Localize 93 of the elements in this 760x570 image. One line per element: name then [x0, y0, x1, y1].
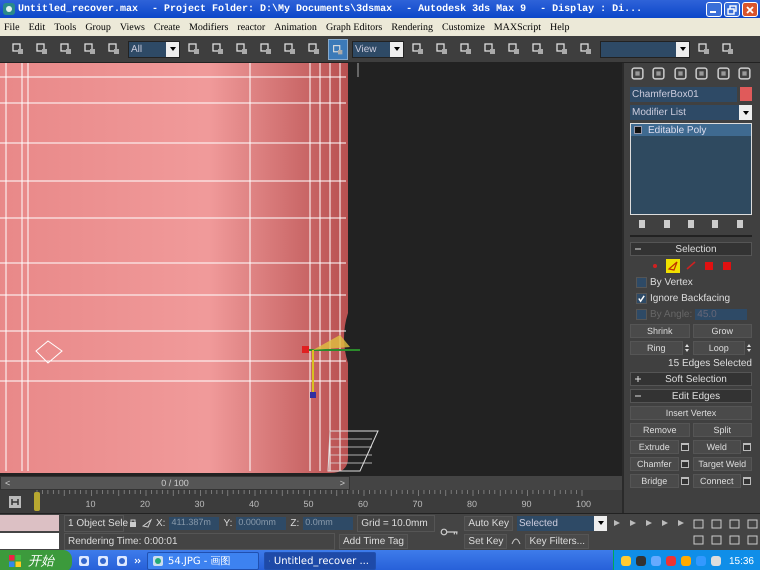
object-color-swatch[interactable]	[740, 87, 752, 101]
minimize-icon	[710, 10, 716, 12]
taskbar-button[interactable]: 54.JPG - 画图	[147, 552, 259, 570]
clock: 15:36	[728, 556, 754, 566]
dropdown[interactable]: All	[128, 40, 180, 58]
edge-icon[interactable]	[666, 259, 680, 273]
restore-icon	[727, 4, 737, 14]
caret-icon	[168, 45, 176, 53]
panel-button[interactable]: Split	[692, 423, 752, 437]
time-slider-thumb[interactable]: < 0 / 100 >	[0, 476, 350, 490]
minus-icon	[635, 246, 641, 252]
perspective-viewport[interactable]	[0, 63, 622, 476]
panel-button[interactable]: Grow	[692, 324, 752, 338]
restore-button[interactable]	[724, 2, 740, 16]
settings-icon[interactable]	[742, 476, 752, 486]
listener-field[interactable]	[0, 515, 60, 531]
modifier-list-dropdown[interactable]: Modifier List	[630, 105, 752, 120]
transform-gizmo-icon	[302, 335, 360, 398]
checkbox-label: Ignore Backfacing	[650, 293, 730, 304]
panel-button[interactable]: Shrink	[630, 324, 690, 338]
set-key-button[interactable]: Set Key	[464, 534, 508, 548]
menu-item[interactable]: Customize	[442, 22, 485, 32]
settings-icon[interactable]	[680, 442, 690, 452]
settings-icon[interactable]	[742, 442, 752, 452]
listener-field[interactable]	[0, 533, 60, 549]
add-time-tag-button[interactable]: Add Time Tag	[339, 534, 408, 548]
menu-item[interactable]: Rendering	[391, 22, 433, 32]
cursor-icon[interactable]	[142, 518, 152, 528]
plus-icon	[635, 376, 641, 382]
settings-icon[interactable]	[680, 459, 690, 469]
menu-item[interactable]: Modifiers	[188, 22, 228, 32]
menu-item[interactable]: Edit	[28, 22, 46, 32]
settings-icon[interactable]	[680, 476, 690, 486]
start-button[interactable]: 开始	[0, 550, 72, 570]
auto-key-button[interactable]: Auto Key	[464, 516, 513, 530]
key-filters-button[interactable]: Key Filters...	[525, 534, 590, 548]
menu-item[interactable]: Create	[154, 22, 180, 32]
key-mode-dropdown[interactable]: Selected	[517, 516, 607, 530]
panel-button[interactable]: Extrude	[630, 440, 678, 454]
menu-item[interactable]: Graph Editors	[326, 22, 382, 32]
object-name-field[interactable]: ChamferBox01	[630, 87, 737, 102]
caret-icon	[392, 45, 400, 53]
caret-icon	[596, 519, 604, 527]
caret-icon	[678, 45, 686, 53]
stack-item[interactable]: Editable Poly	[631, 124, 751, 136]
menu-item[interactable]: MAXScript	[494, 22, 541, 32]
minimize-button[interactable]	[706, 2, 722, 16]
window-title: - Autodesk 3ds Max 9	[406, 4, 526, 14]
checkbox[interactable]	[636, 293, 647, 304]
rollout-header[interactable]: Edit Edges	[630, 389, 752, 403]
panel-button[interactable]: Ring	[630, 341, 682, 355]
rollout-header[interactable]: Soft Selection	[630, 372, 752, 386]
taskbar-button[interactable]: Untitled_recover ...	[264, 552, 376, 570]
windows-logo-icon	[8, 554, 22, 568]
caret-icon	[742, 108, 750, 116]
lock-icon[interactable]	[128, 518, 138, 528]
menu-item[interactable]: Help	[550, 22, 570, 32]
panel-button[interactable]: Chamfer	[630, 457, 678, 471]
x-label: X:	[156, 518, 166, 528]
panel-button[interactable]: Remove	[630, 423, 690, 437]
rollout-header[interactable]: Selection	[630, 242, 752, 256]
menu-item[interactable]: reactor	[237, 22, 266, 32]
time-marker[interactable]	[34, 492, 40, 511]
dropdown[interactable]	[600, 40, 690, 58]
panel-button[interactable]: Bridge	[630, 474, 678, 488]
selection-info: 15 Edges Selected	[667, 358, 752, 369]
panel-button[interactable]: Weld	[692, 440, 741, 454]
chevron-icon[interactable]	[134, 557, 142, 565]
close-icon	[745, 4, 755, 14]
menu-item[interactable]: Group	[85, 22, 111, 32]
y-label: Y:	[223, 518, 232, 528]
panel-button[interactable]: Connect	[692, 474, 741, 488]
grid-status: Grid = 10.0mm	[357, 514, 436, 532]
minus-icon	[635, 393, 641, 399]
key-curve-icon[interactable]	[511, 536, 522, 546]
checkbox-label: By Vertex	[650, 277, 693, 288]
window-title: - Project Folder: D:\My Documents\3dsmax	[152, 4, 392, 14]
close-button[interactable]	[742, 2, 758, 16]
dropdown[interactable]: View	[352, 40, 404, 58]
panel-button[interactable]: Insert Vertex	[630, 406, 752, 420]
window-title: Untitled_recover.max	[18, 4, 138, 14]
key-icon[interactable]	[440, 527, 460, 537]
panel-button[interactable]: Target Weld	[692, 457, 752, 471]
menu-item[interactable]: Views	[120, 22, 145, 32]
z-label: Z:	[290, 518, 300, 528]
menu-item[interactable]: File	[4, 22, 20, 32]
panel-button[interactable]: Loop	[692, 341, 745, 355]
tray-icon[interactable]	[710, 555, 722, 567]
window-title: - Display : Di...	[540, 4, 642, 14]
menu-item[interactable]: Tools	[54, 22, 76, 32]
menu-item[interactable]: Animation	[274, 22, 317, 32]
checkbox[interactable]	[636, 277, 647, 288]
tray-icon[interactable]	[634, 555, 647, 567]
